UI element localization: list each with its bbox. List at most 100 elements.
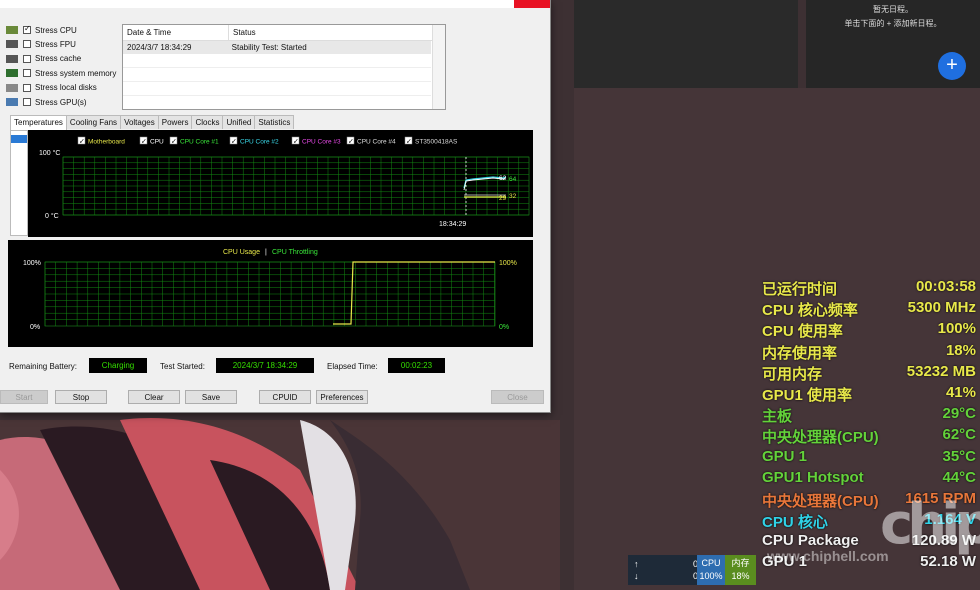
stress-option[interactable]: Stress local disks <box>6 81 97 95</box>
overlay-row: CPU 使用率 100% <box>762 320 976 341</box>
tray-mem-value: 18% <box>731 571 750 581</box>
table-scrollbar[interactable] <box>432 25 445 109</box>
overlay-row: 主板 29°C <box>762 405 976 426</box>
calendar-panel-left <box>574 0 798 88</box>
window-titlebar[interactable] <box>0 0 550 8</box>
legend-label: CPU <box>150 139 164 146</box>
legend-entry[interactable]: ✓ CPU Core #1 <box>169 136 219 146</box>
stop-button[interactable]: Stop <box>55 390 107 404</box>
add-event-button[interactable]: + <box>938 52 966 80</box>
time-label: 18:34:29 <box>439 221 466 228</box>
legend-label: CPU Core #2 <box>240 139 279 146</box>
stress-checkbox[interactable] <box>23 54 31 63</box>
legend-entry[interactable]: ✓ CPU <box>139 136 164 146</box>
cpuid-button[interactable]: CPUID <box>259 390 311 404</box>
sensor-tabs: Temperatures Cooling Fans Voltages Powers Cl… <box>10 115 295 130</box>
table-row[interactable]: 2024/3/7 18:34:29 Stability Test: Starte… <box>123 41 431 54</box>
stress-option[interactable]: Stress CPU <box>6 23 77 37</box>
overlay-label: CPU 核心频率 <box>762 302 858 320</box>
window-close-button[interactable] <box>514 0 550 8</box>
overlay-label: CPU 核心 <box>762 514 828 532</box>
system-stability-test-window: Stress CPU Stress FPU Stress cache Stress s… <box>0 0 551 413</box>
y-min-label: 0 °C <box>45 212 59 220</box>
stress-option[interactable]: Stress FPU <box>6 37 76 51</box>
overlay-label: 已运行时间 <box>762 281 838 298</box>
stress-checkbox[interactable] <box>23 98 31 106</box>
legend-entry[interactable]: ✓ CPU Core #3 <box>291 136 341 146</box>
network-tray-widget[interactable]: ↑ ↓ 0.0M/s 0.0M/s CPU 100% 内存 18% <box>628 555 756 585</box>
overlay-row: 中央处理器(CPU) 62°C <box>762 426 976 447</box>
stress-option[interactable]: Stress cache <box>6 52 81 66</box>
tab-clocks[interactable]: Clocks <box>191 115 224 129</box>
overlay-value: 18% <box>945 341 976 359</box>
tray-cpu-value: 100% <box>699 571 723 581</box>
overlay-label: GPU 1 <box>762 447 808 465</box>
left-top-label: 100% <box>23 260 41 267</box>
legend-label: CPU Core #4 <box>357 139 396 146</box>
overlay-label: GPU1 使用率 <box>762 386 853 404</box>
svg-text:✓: ✓ <box>293 139 299 146</box>
stress-label: Stress FPU <box>35 39 76 49</box>
stress-checkbox[interactable] <box>23 69 31 78</box>
overlay-value: 00:03:58 <box>915 278 976 295</box>
value-label: 29 <box>499 195 507 202</box>
battery-value: Charging <box>89 358 147 373</box>
legend-label: Motherboard <box>88 139 125 146</box>
calendar-empty-text: 暂无日程。 <box>873 5 913 14</box>
legend-entry[interactable]: ✓ CPU Core #4 <box>346 136 396 146</box>
tray-cpu-box: CPU 100% <box>697 555 725 585</box>
tray-cpu-label: CPU <box>701 558 721 568</box>
legend-entry[interactable]: ✓ CPU Core #2 <box>229 136 279 146</box>
elapsed-time-value: 00:02:23 <box>388 358 445 373</box>
legend-entry[interactable]: ✓ Motherboard <box>77 136 125 146</box>
gpu-icon <box>6 98 18 106</box>
overlay-label: 可用内存 <box>762 365 823 383</box>
close-button[interactable]: Close <box>491 390 544 404</box>
download-arrow-icon: ↓ <box>634 571 639 581</box>
start-button[interactable]: Start <box>0 390 48 404</box>
tray-mem-box: 内存 18% <box>725 555 756 585</box>
overlay-label: 主板 <box>762 408 793 426</box>
svg-text:✓: ✓ <box>141 139 147 146</box>
tab-unified[interactable]: Unified <box>222 115 256 129</box>
stress-label: Stress GPU(s) <box>35 97 87 107</box>
tab-powers[interactable]: Powers <box>157 115 193 129</box>
right-top-label: 100% <box>499 260 517 267</box>
svg-text:✓: ✓ <box>406 139 412 146</box>
tab-statistics[interactable]: Statistics <box>254 115 295 129</box>
sensor-list[interactable] <box>10 130 28 236</box>
overlay-row: GPU1 Hotspot 44°C <box>762 469 976 490</box>
cpu-usage-graph: CPU Usage | CPU Throttling 100% 0% 100% 0% <box>8 240 533 347</box>
legend-cpu-usage: CPU Usage <box>223 249 260 256</box>
legend-label: ST3500418AS <box>415 139 458 146</box>
legend-entry[interactable]: ✓ ST3500418AS <box>404 136 458 146</box>
stress-option[interactable]: Stress GPU(s) <box>6 95 87 109</box>
overlay-label: 中央处理器(CPU) <box>762 492 879 510</box>
overlay-value: 35°C <box>942 447 976 465</box>
stress-checkbox[interactable] <box>23 83 31 92</box>
table-cell: Stability Test: Started <box>231 43 307 52</box>
stress-label: Stress CPU <box>35 25 77 35</box>
stress-checkbox[interactable] <box>23 24 31 34</box>
cache-icon <box>6 54 18 63</box>
preferences-button[interactable]: Preferences <box>316 390 368 404</box>
stress-label: Stress local disks <box>35 83 97 93</box>
stress-checkbox[interactable] <box>23 40 31 49</box>
elapsed-time-label: Elapsed Time: <box>327 362 378 371</box>
overlay-label: CPU 使用率 <box>762 323 843 341</box>
overlay-value: 100% <box>937 320 976 338</box>
clear-button[interactable]: Clear <box>128 390 180 404</box>
table-cell: 2024/3/7 18:34:29 <box>127 43 192 52</box>
value-label: 62 <box>499 175 507 182</box>
tab-cooling-fans[interactable]: Cooling Fans <box>65 115 122 129</box>
overlay-value: 41% <box>945 383 976 401</box>
tab-voltages[interactable]: Voltages <box>120 115 159 129</box>
right-bottom-label: 0% <box>499 324 509 331</box>
legend-separator: | <box>265 249 267 256</box>
column-header-date[interactable]: Date & Time <box>123 25 229 40</box>
stress-option[interactable]: Stress system memory <box>6 66 116 80</box>
watermark-url: www.chiphell.com <box>767 548 889 564</box>
save-button[interactable]: Save <box>185 390 237 404</box>
column-header-status[interactable]: Status <box>229 25 433 40</box>
tab-temperatures[interactable]: Temperatures <box>10 115 67 130</box>
